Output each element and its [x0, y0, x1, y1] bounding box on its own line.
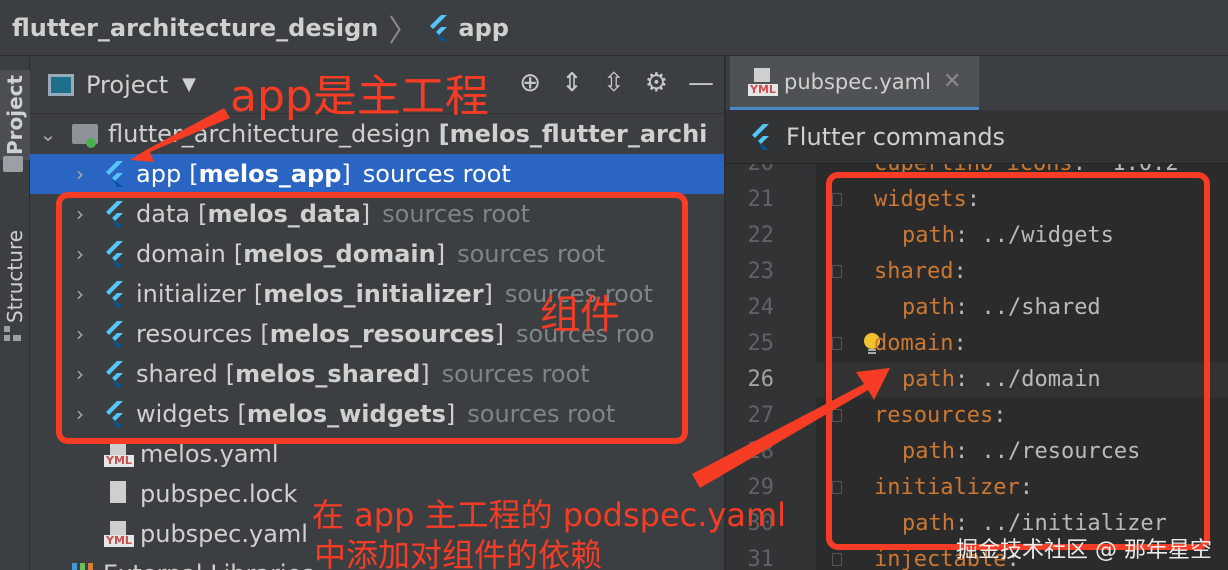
- annotation-dependency-line2: 中添加对组件的依赖: [314, 536, 603, 570]
- annotation-main-app: app是主工程: [230, 71, 489, 122]
- arrow-to-dependencies: [692, 368, 890, 488]
- annotation-components: 组件: [540, 292, 620, 338]
- watermark: 掘金技术社区 @ 那年星空: [956, 538, 1212, 563]
- arrow-to-app: [130, 108, 230, 162]
